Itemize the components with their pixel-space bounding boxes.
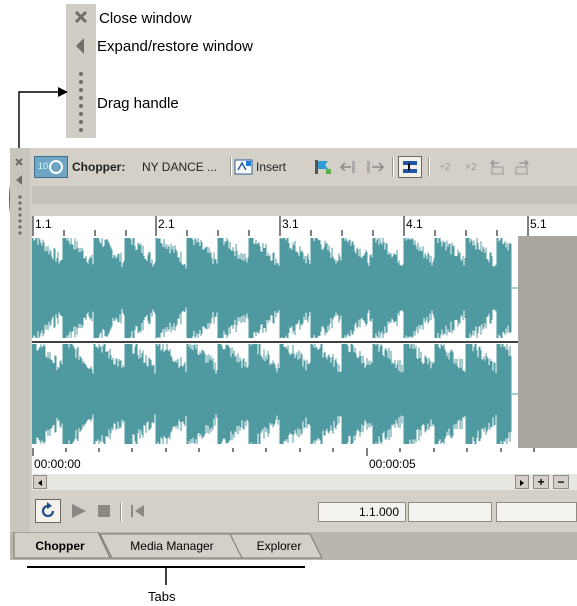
insert-button[interactable]: Insert — [234, 156, 304, 178]
tabs-callout-label: Tabs — [148, 589, 176, 604]
transport-separator — [120, 502, 122, 522]
ruler-mark: 2.1 — [158, 217, 175, 231]
waveform-end-region — [518, 236, 577, 448]
dock-handle-column — [10, 148, 30, 560]
position-field[interactable]: 1.1.000 — [318, 502, 406, 522]
ruler-mark: 5.1 — [530, 217, 547, 231]
double-selection-icon[interactable]: ×2 — [460, 156, 482, 178]
shift-selection-left-icon[interactable] — [486, 156, 508, 178]
timecode-mid: 00:00:05 — [369, 457, 416, 471]
loop-sync-icon[interactable]: 10 — [34, 156, 68, 178]
chopper-app-label: Chopper: — [72, 160, 126, 174]
insert-icon — [234, 159, 253, 175]
link-arrows-icon[interactable] — [398, 156, 422, 178]
beat-ruler[interactable]: 1.1 2.1 3.1 4.1 5.1 — [32, 216, 577, 237]
go-to-start-button[interactable] — [128, 501, 148, 526]
time-ruler[interactable]: 00:00:00 00:00:05 — [32, 448, 577, 474]
halve-selection-icon[interactable]: ÷2 — [434, 156, 456, 178]
ruler-mark: 1.1 — [35, 217, 52, 231]
waveform-graph — [31, 238, 518, 444]
marker-bar[interactable] — [32, 186, 577, 204]
play-button[interactable] — [68, 501, 90, 526]
waveform-display[interactable] — [31, 236, 518, 448]
chopper-toolbar: 10 Chopper: NY DANCE ... Insert ÷2 ×2 — [30, 152, 577, 182]
tab-chopper[interactable]: Chopper — [20, 534, 100, 558]
tab-explorer[interactable]: Explorer — [242, 534, 316, 558]
stop-button[interactable] — [94, 501, 114, 526]
length-field[interactable] — [408, 502, 492, 522]
scroll-left-button[interactable] — [33, 475, 47, 489]
toolbar-separator — [230, 157, 232, 177]
time-ticks — [32, 448, 535, 456]
ruler-mark: 3.1 — [282, 217, 299, 231]
end-field[interactable] — [496, 502, 577, 522]
toolbar-separator — [428, 157, 430, 177]
timecode-start: 00:00:00 — [34, 457, 81, 471]
waveform-channel — [31, 344, 512, 444]
waveform-channel — [31, 238, 512, 338]
zoom-in-button[interactable]: + — [533, 475, 549, 489]
drag-handle[interactable] — [17, 194, 23, 243]
transport-bar: 1.1.000 — [32, 496, 577, 526]
ruler-mark: 4.1 — [406, 217, 423, 231]
close-window-button[interactable] — [14, 154, 24, 172]
dock-tab-bar: Chopper Media Manager Explorer — [10, 532, 577, 560]
chopper-dock-window: 10 Chopper: NY DANCE ... Insert ÷2 ×2 1.… — [10, 148, 577, 560]
tab-media-manager[interactable]: Media Manager — [114, 534, 230, 558]
loop-playback-button[interactable] — [35, 499, 61, 523]
svg-text:10: 10 — [38, 161, 48, 171]
ruler-ticks — [32, 216, 529, 236]
scroll-right-button[interactable] — [515, 475, 529, 489]
horizontal-scrollbar[interactable]: + − — [32, 474, 577, 490]
zoom-out-button[interactable]: − — [553, 475, 569, 489]
shift-selection-right-icon[interactable] — [512, 156, 534, 178]
file-name-label: NY DANCE ... — [142, 160, 218, 174]
move-selection-right-icon[interactable] — [364, 156, 386, 178]
expand-restore-button[interactable] — [15, 173, 23, 191]
add-marker-icon[interactable] — [312, 156, 334, 178]
insert-label: Insert — [256, 160, 287, 174]
move-selection-left-icon[interactable] — [338, 156, 360, 178]
toolbar-separator — [392, 157, 394, 177]
